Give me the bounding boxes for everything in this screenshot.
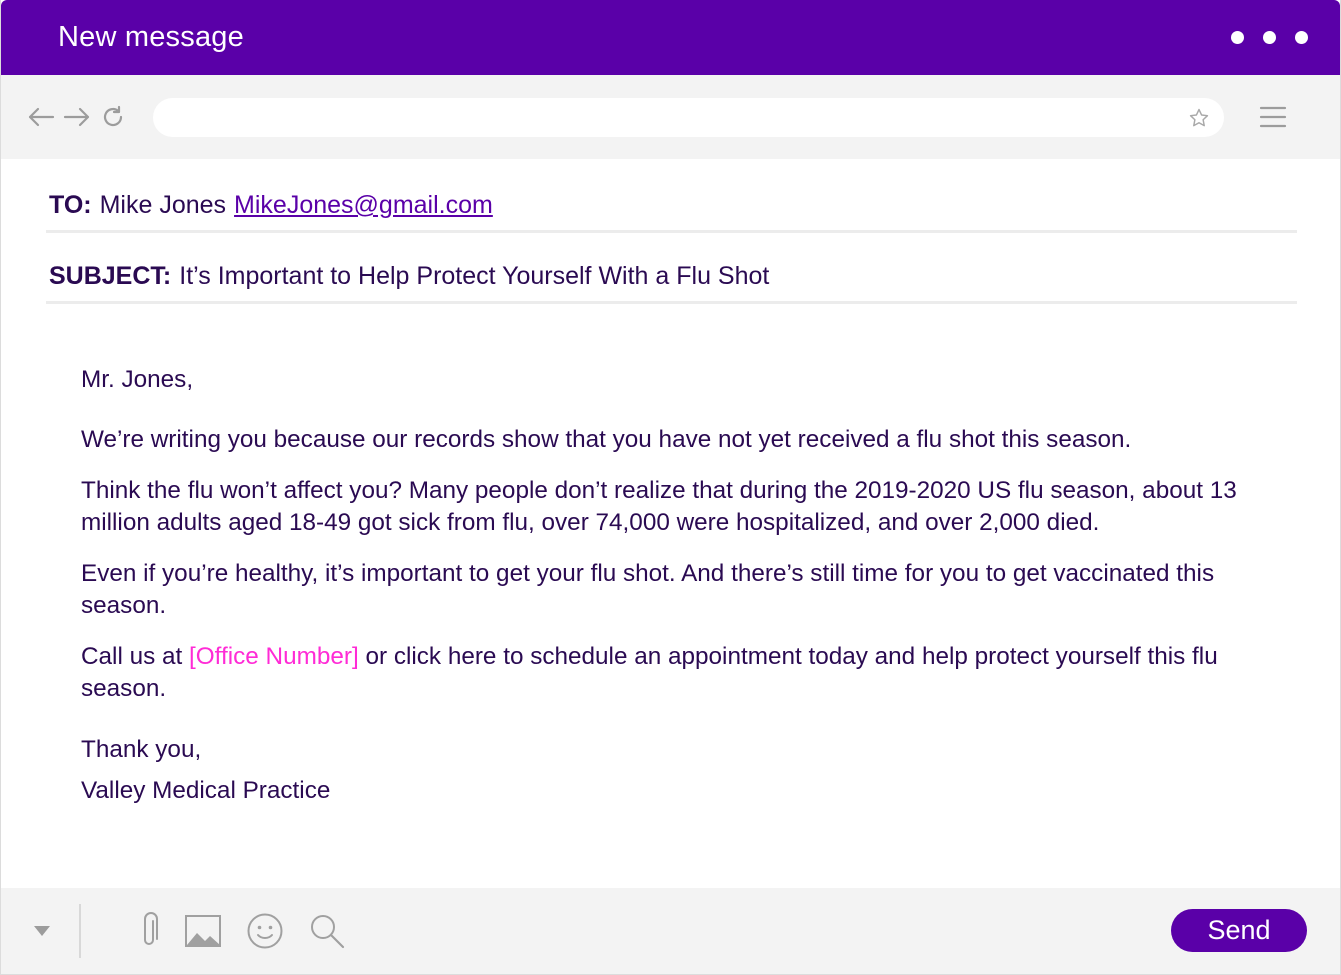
recipient-email-link[interactable]: MikeJones@gmail.com [234, 191, 493, 220]
hamburger-icon[interactable] [1258, 102, 1288, 132]
title-bar: New message [1, 0, 1340, 75]
recipient-name: Mike Jones [99, 191, 227, 219]
arrow-right-icon[interactable] [59, 99, 95, 135]
message-header: TO: Mike Jones MikeJones@gmail.com SUBJE… [1, 159, 1340, 304]
dot [1231, 31, 1244, 44]
send-button[interactable]: Send [1171, 909, 1307, 952]
body-paragraph-2: Think the flu won’t affect you? Many peo… [81, 477, 1237, 536]
dot [1263, 31, 1276, 44]
message-body[interactable]: Mr. Jones, We’re writing you because our… [1, 304, 1340, 807]
body-paragraph-3: Even if you’re healthy, it’s important t… [81, 560, 1215, 619]
paperclip-icon[interactable] [138, 911, 160, 951]
to-field[interactable]: TO: Mike Jones MikeJones@gmail.com [46, 159, 1297, 233]
subject-text: It’s Important to Help Protect Yourself … [179, 262, 770, 290]
window-title: New message [58, 21, 244, 53]
more-dots-icon[interactable] [1231, 31, 1308, 44]
office-number-placeholder: [Office Number] [189, 643, 359, 670]
dot [1295, 31, 1308, 44]
body-paragraph-4: Call us at [Office Number] or click here… [81, 641, 1280, 705]
star-icon[interactable] [1188, 107, 1210, 134]
image-icon[interactable] [184, 914, 222, 948]
subject-field[interactable]: SUBJECT: It’s Important to Help Protect … [46, 233, 1297, 304]
compose-tools [138, 911, 346, 951]
compose-toolbar: Send [1, 888, 1340, 974]
signature: Valley Medical Practice [81, 777, 331, 804]
browser-toolbar [1, 75, 1340, 159]
body-paragraph-1: We’re writing you because our records sh… [81, 426, 1132, 453]
url-input[interactable] [153, 97, 1173, 137]
smiley-icon[interactable] [246, 912, 284, 950]
search-icon[interactable] [308, 912, 346, 950]
caret-down-icon[interactable] [33, 925, 51, 937]
subject-label: SUBJECT: [49, 262, 172, 290]
arrow-left-icon[interactable] [23, 99, 59, 135]
address-bar [153, 97, 1224, 137]
reload-icon[interactable] [95, 99, 131, 135]
compose-window: New message TO: Mike Jones MikeJones@gma… [0, 0, 1341, 975]
to-label: TO: [49, 191, 92, 219]
toolbar-divider [79, 904, 81, 958]
closing: Thank you, [81, 736, 202, 763]
call-text: Call us at [81, 643, 190, 670]
greeting: Mr. Jones, [81, 366, 194, 393]
